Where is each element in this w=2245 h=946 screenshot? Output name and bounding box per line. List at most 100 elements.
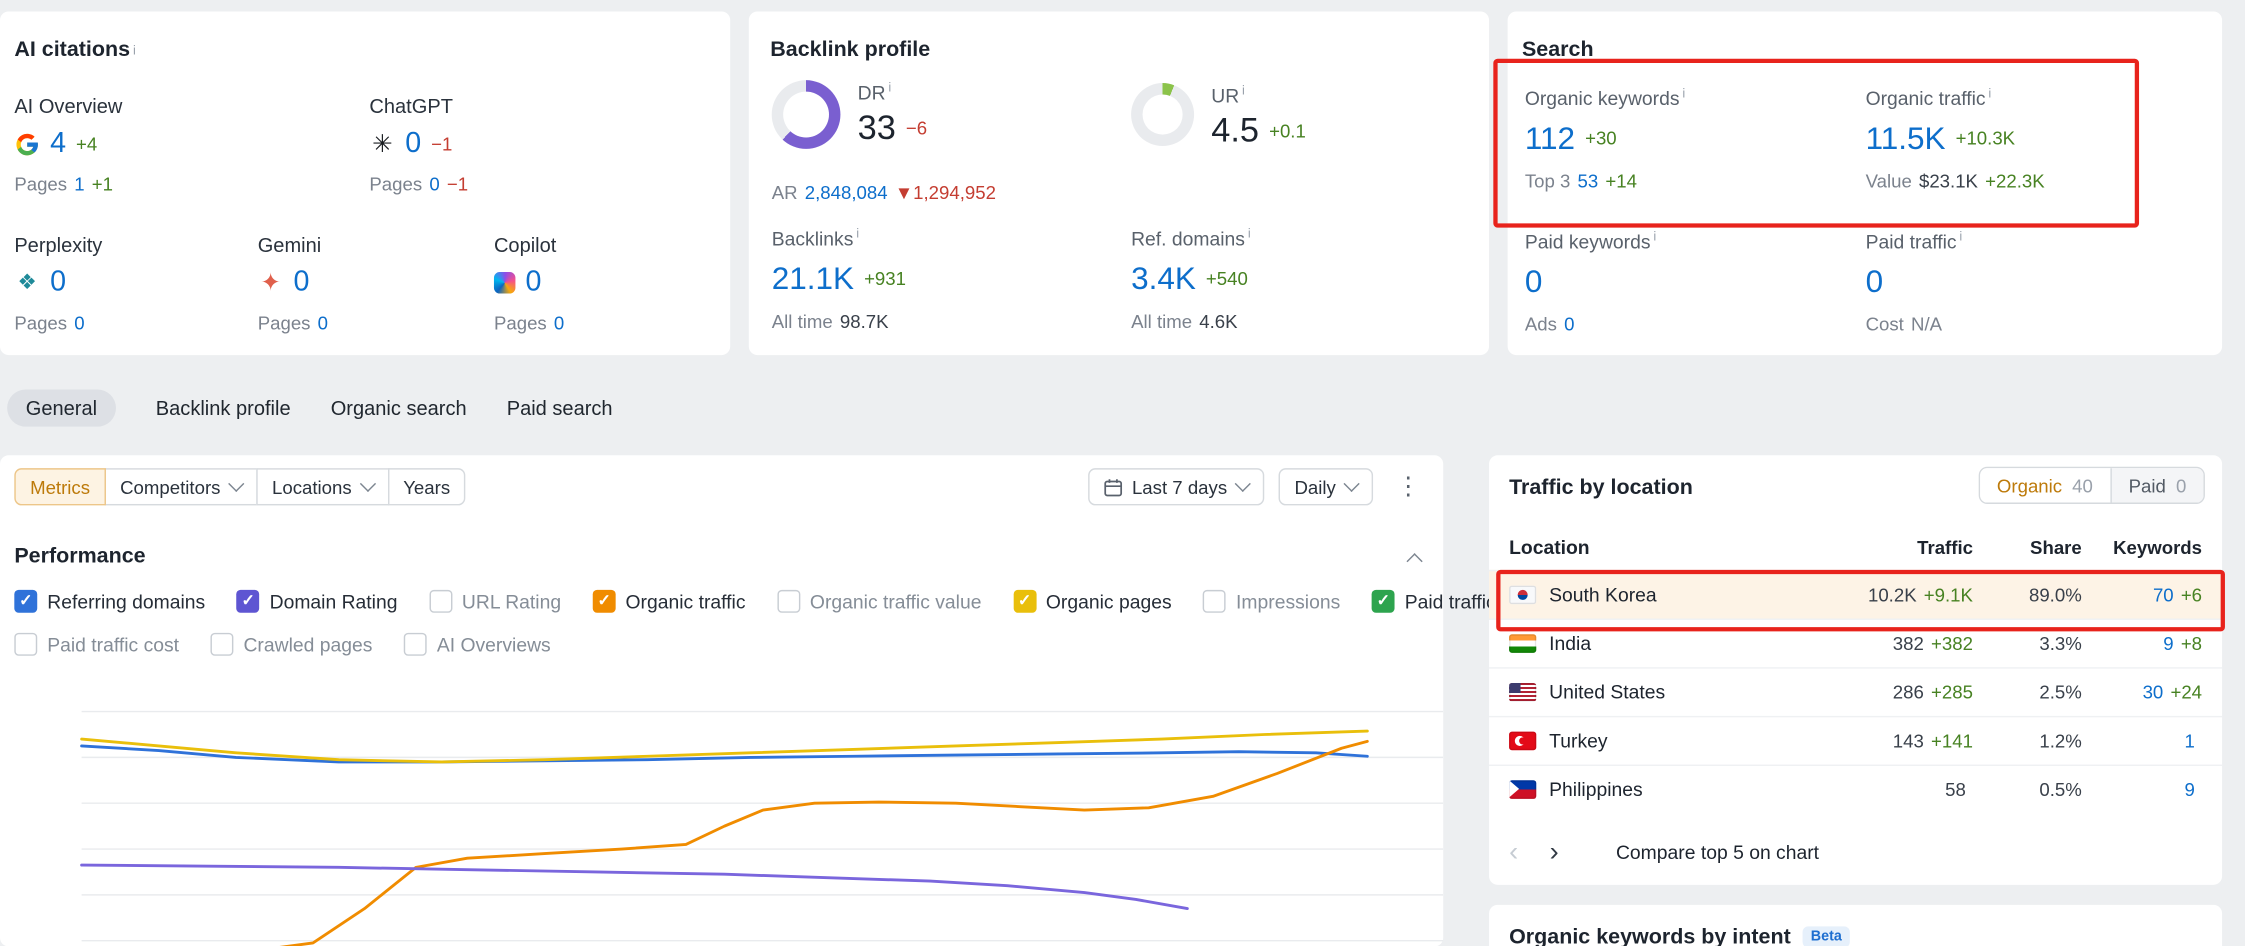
- years-button[interactable]: Years: [387, 468, 465, 505]
- pages-value[interactable]: 1: [74, 173, 84, 194]
- top3-value[interactable]: 53: [1578, 170, 1599, 191]
- chevron-down-icon: [228, 476, 244, 492]
- paid-keywords-label: Paid keywordsi: [1525, 229, 1656, 253]
- backlinks-value[interactable]: 21.1K: [772, 260, 854, 297]
- share-value: 89.0%: [2029, 584, 2082, 605]
- table-row-turkey[interactable]: Turkey 143+141 1.2% 1: [1489, 716, 2222, 765]
- toggle-organic[interactable]: Organic40: [1980, 468, 2110, 502]
- metric-checkbox-organic-traffic-value[interactable]: Organic traffic value: [777, 590, 981, 613]
- domain-rating-block: DRi 33 −6: [772, 80, 927, 149]
- ai-citations-value[interactable]: 4: [50, 127, 66, 160]
- backlinks-label: Backlinksi: [772, 226, 906, 250]
- prev-page-icon[interactable]: ‹: [1509, 838, 1518, 865]
- organic-keywords-by-intent-title: Organic keywords by intent Beta: [1509, 925, 1850, 946]
- flag-icon: [1509, 634, 1536, 653]
- checkbox-icon: [777, 590, 800, 613]
- keywords-value[interactable]: 30: [2143, 682, 2164, 703]
- metric-checkbox-paid-traffic-cost[interactable]: Paid traffic cost: [14, 633, 179, 656]
- alltime-label: All time: [1131, 310, 1192, 331]
- organic-keywords-value[interactable]: 112: [1525, 120, 1575, 157]
- next-page-icon[interactable]: ›: [1550, 838, 1559, 865]
- organic-paid-toggle: Organic40 Paid0: [1978, 467, 2205, 504]
- metric-label: Referring domains: [47, 591, 205, 612]
- metric-label: Organic traffic value: [810, 591, 982, 612]
- organic-keywords-label: Organic keywordsi: [1525, 86, 1685, 110]
- ur-label: URi: [1211, 83, 1306, 107]
- pages-value[interactable]: 0: [554, 312, 564, 333]
- keywords-value[interactable]: 9: [2163, 633, 2173, 654]
- ai-citations-value[interactable]: 0: [525, 266, 541, 299]
- metric-checkbox-organic-pages[interactable]: Organic pages: [1013, 590, 1172, 613]
- metric-checkbox-organic-traffic[interactable]: Organic traffic: [593, 590, 746, 613]
- share-value: 0.5%: [2039, 779, 2081, 800]
- ur-delta: +0.1: [1269, 120, 1306, 141]
- metric-checkbox-referring-domains[interactable]: Referring domains: [14, 590, 205, 613]
- collapse-chevron-icon[interactable]: [1406, 553, 1422, 569]
- keywords-delta: +8: [2181, 633, 2202, 654]
- flag-icon: [1509, 683, 1536, 702]
- metric-checkbox-paid-traffic[interactable]: Paid traffic: [1372, 590, 1496, 613]
- pages-value[interactable]: 0: [318, 312, 328, 333]
- paid-traffic-value[interactable]: 0: [1866, 263, 1884, 300]
- tab-paid-search[interactable]: Paid search: [507, 397, 613, 420]
- performance-line-chart[interactable]: [0, 673, 1443, 946]
- tab-organic-search[interactable]: Organic search: [331, 397, 467, 420]
- table-row-united-states[interactable]: United States 286+285 2.5% 30+24: [1489, 667, 2222, 716]
- metric-label: Impressions: [1236, 591, 1340, 612]
- table-row-india[interactable]: India 382+382 3.3% 9+8: [1489, 619, 2222, 668]
- organic-keywords-by-intent-card: Organic keywords by intent Beta: [1489, 905, 2222, 946]
- compare-top5-link[interactable]: Compare top 5 on chart: [1616, 841, 1819, 862]
- keywords-value[interactable]: 1: [2185, 730, 2195, 751]
- ads-value[interactable]: 0: [1564, 313, 1574, 334]
- checkbox-icon: [237, 590, 260, 613]
- share-value: 2.5%: [2039, 682, 2081, 703]
- location-name: India: [1549, 633, 1591, 654]
- tab-general[interactable]: General: [7, 389, 116, 426]
- column-share: Share: [1973, 536, 2082, 557]
- pages-delta: +1: [92, 173, 113, 194]
- metric-checkbox-crawled-pages[interactable]: Crawled pages: [211, 633, 373, 656]
- beta-badge: Beta: [1802, 926, 1850, 946]
- competitors-button[interactable]: Competitors: [104, 468, 257, 505]
- ar-value[interactable]: 2,848,084: [805, 182, 888, 203]
- metric-checkbox-domain-rating[interactable]: Domain Rating: [237, 590, 398, 613]
- tab-backlink-profile[interactable]: Backlink profile: [156, 397, 291, 420]
- ai-citation-item-chatgpt: ChatGPT ✳ 0 −1 Pages 0 −1: [369, 94, 468, 194]
- keywords-value[interactable]: 9: [2185, 779, 2195, 800]
- pages-value[interactable]: 0: [74, 312, 84, 333]
- more-options-icon[interactable]: ⋮: [1387, 472, 1429, 501]
- chevron-down-icon: [1235, 476, 1251, 492]
- seo-overview-dashboard: AI citationsi AI Overview 4 +4 Pages 1 +…: [0, 0, 2245, 946]
- pages-value[interactable]: 0: [429, 173, 439, 194]
- toggle-paid[interactable]: Paid0: [2110, 468, 2203, 502]
- backlinks-delta: +931: [864, 268, 906, 289]
- paid-keywords-value[interactable]: 0: [1525, 263, 1543, 300]
- metrics-button[interactable]: Metrics: [14, 468, 105, 505]
- checkbox-icon: [1203, 590, 1226, 613]
- dr-donut-chart: [772, 80, 841, 149]
- metric-checkbox-ai-overviews[interactable]: AI Overviews: [404, 633, 551, 656]
- ai-citations-value[interactable]: 0: [50, 266, 66, 299]
- keywords-value[interactable]: 70: [2153, 584, 2174, 605]
- granularity-button[interactable]: Daily: [1279, 468, 1373, 505]
- checkbox-icon: [593, 590, 616, 613]
- ur-donut-chart: [1131, 83, 1194, 146]
- table-row-south-korea[interactable]: South Korea 10.2K+9.1K 89.0% 70+6: [1489, 570, 2222, 619]
- flag-icon: [1509, 732, 1536, 751]
- metric-checkbox-impressions[interactable]: Impressions: [1203, 590, 1340, 613]
- metric-checkbox-url-rating[interactable]: URL Rating: [429, 590, 561, 613]
- location-name: South Korea: [1549, 584, 1656, 605]
- ai-citations-value[interactable]: 0: [294, 266, 310, 299]
- ai-citations-card: AI citationsi AI Overview 4 +4 Pages 1 +…: [0, 11, 730, 355]
- ai-citations-value[interactable]: 0: [405, 127, 421, 160]
- ref-domains-value[interactable]: 3.4K: [1131, 260, 1196, 297]
- checkbox-icon: [14, 633, 37, 656]
- locations-button[interactable]: Locations: [256, 468, 389, 505]
- checkbox-icon: [211, 633, 234, 656]
- table-row-philippines[interactable]: Philippines 58 0.5% 9: [1489, 765, 2222, 814]
- share-value: 1.2%: [2039, 730, 2081, 751]
- dr-delta: −6: [906, 117, 927, 138]
- organic-keywords-block: Organic keywordsi 112 +30 Top 3 53 +14: [1511, 86, 1686, 191]
- date-range-button[interactable]: Last 7 days: [1088, 468, 1265, 505]
- organic-traffic-value[interactable]: 11.5K: [1866, 120, 1946, 157]
